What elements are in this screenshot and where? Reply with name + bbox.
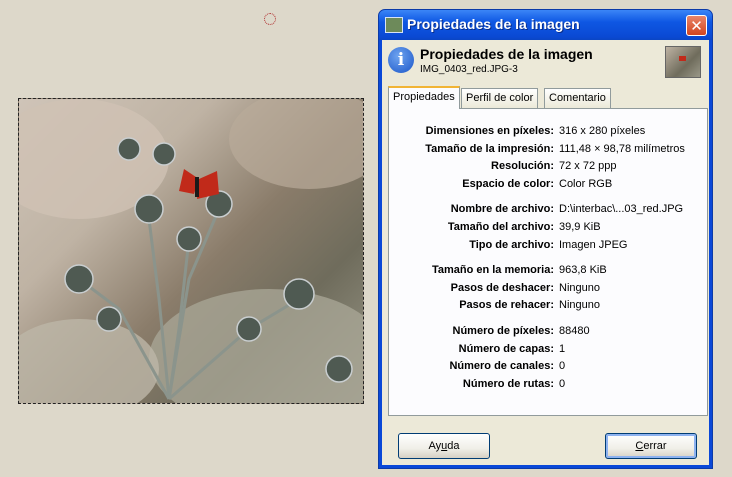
pointer-marker bbox=[264, 13, 276, 25]
property-label: Número de píxeles: bbox=[452, 324, 554, 337]
close-icon[interactable]: ✕ bbox=[686, 15, 707, 36]
properties-panel: Dimensiones en píxeles: 316 x 280 píxeles… bbox=[388, 108, 708, 416]
property-row: Tipo de archivo: Imagen JPEG bbox=[389, 239, 707, 257]
property-row: Número de rutas: 0 bbox=[389, 378, 707, 396]
tab-properties[interactable]: Propiedades bbox=[388, 86, 460, 109]
property-value: 111,48 × 98,78 milímetros bbox=[559, 142, 685, 155]
property-label: Dimensiones en píxeles: bbox=[425, 125, 554, 137]
property-label: Tipo de archivo: bbox=[469, 238, 554, 251]
property-value: 316 x 280 píxeles bbox=[559, 125, 646, 137]
group-separator bbox=[389, 317, 707, 325]
title-bar[interactable]: Propiedades de la imagen ✕ bbox=[379, 10, 712, 40]
property-value: 0 bbox=[559, 360, 566, 373]
close-button[interactable]: Cerrar bbox=[605, 433, 697, 459]
property-row: Dimensiones en píxeles: 316 x 280 píxeles bbox=[389, 125, 707, 143]
header-subtitle: IMG_0403_red.JPG-3 bbox=[420, 64, 518, 75]
property-value: 963,8 KiB bbox=[559, 264, 607, 277]
property-value: 39,9 KiB bbox=[559, 220, 601, 233]
group-separator bbox=[389, 256, 707, 264]
property-label: Tamaño del archivo: bbox=[447, 220, 554, 233]
tab-comment[interactable]: Comentario bbox=[544, 88, 611, 108]
group-separator bbox=[389, 195, 707, 203]
property-value: Color RGB bbox=[559, 177, 613, 190]
info-icon: i bbox=[388, 47, 414, 73]
property-value: 0 bbox=[559, 377, 566, 390]
property-label: Espacio de color: bbox=[462, 177, 554, 190]
property-value: 72 x 72 ppp bbox=[559, 160, 617, 173]
property-row: Espacio de color: Color RGB bbox=[389, 178, 707, 196]
property-row: Tamaño en la memoria: 963,8 KiB bbox=[389, 264, 707, 282]
image-thumbnail bbox=[665, 46, 701, 78]
property-label: Número de rutas: bbox=[462, 377, 554, 390]
close-label-post: errar bbox=[643, 440, 667, 452]
property-row: Número de píxeles: 88480 bbox=[389, 325, 707, 343]
canvas-image[interactable] bbox=[18, 98, 364, 404]
property-label: Número de capas: bbox=[458, 342, 554, 355]
help-button[interactable]: Ayuda bbox=[398, 433, 490, 459]
property-label: Pasos de rehacer: bbox=[459, 299, 554, 312]
property-label: Pasos de deshacer: bbox=[450, 281, 554, 294]
image-properties-dialog: Propiedades de la imagen ✕ i Propiedades… bbox=[378, 9, 713, 469]
property-value: Imagen JPEG bbox=[559, 238, 628, 251]
property-label: Tamaño en la memoria: bbox=[431, 264, 554, 277]
property-row: Pasos de deshacer: Ninguno bbox=[389, 282, 707, 300]
property-value: 88480 bbox=[559, 324, 590, 337]
property-row: Resolución: 72 x 72 ppp bbox=[389, 160, 707, 178]
property-label: Nombre de archivo: bbox=[450, 203, 554, 216]
header-title: Propiedades de la imagen bbox=[420, 46, 593, 62]
property-row: Tamaño del archivo: 39,9 KiB bbox=[389, 221, 707, 239]
property-value: 1 bbox=[559, 342, 566, 355]
property-row: Nombre de archivo: D:\interbac\...03_red.… bbox=[389, 203, 707, 221]
property-row: Pasos de rehacer: Ninguno bbox=[389, 299, 707, 317]
property-row: Número de canales: 0 bbox=[389, 360, 707, 378]
property-label: Tamaño de la impresión: bbox=[425, 142, 554, 155]
property-label: Número de canales: bbox=[449, 360, 554, 373]
image-icon bbox=[385, 17, 403, 33]
help-label-post: da bbox=[447, 440, 460, 452]
tab-color-profile[interactable]: Perfil de color bbox=[461, 88, 539, 108]
image-content bbox=[19, 99, 363, 403]
dialog-header: i Propiedades de la imagen IMG_0403_red.… bbox=[382, 40, 709, 84]
property-value: D:\interbac\...03_red.JPG bbox=[559, 203, 684, 216]
help-label-pre: Ay bbox=[428, 440, 442, 452]
property-value: Ninguno bbox=[559, 299, 600, 312]
dialog-client: i Propiedades de la imagen IMG_0403_red.… bbox=[382, 40, 709, 465]
window-title: Propiedades de la imagen bbox=[407, 16, 580, 32]
property-row: Tamaño de la impresión: 111,48 × 98,78 mi… bbox=[389, 143, 707, 161]
property-row: Número de capas: 1 bbox=[389, 343, 707, 361]
properties-list: Dimensiones en píxeles: 316 x 280 píxeles… bbox=[389, 125, 707, 395]
property-value: Ninguno bbox=[559, 281, 600, 294]
property-label: Resolución: bbox=[491, 160, 554, 173]
